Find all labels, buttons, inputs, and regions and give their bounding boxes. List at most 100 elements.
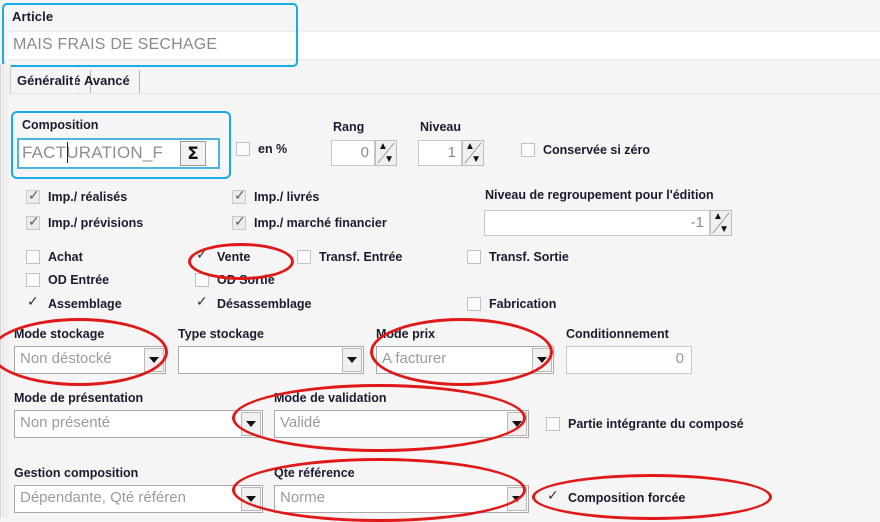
checkbox-imp-realises[interactable]: ✓ Imp./ réalisés	[26, 187, 128, 204]
checkbox-transf-sortie[interactable]: Transf. Sortie	[467, 250, 569, 264]
gestion-composition-select[interactable]: Dépendante, Qté référen	[14, 485, 263, 513]
checkbox-label: OD Sortie	[217, 273, 275, 287]
checkbox-box	[26, 273, 40, 287]
checkbox-en-pourcent[interactable]: en %	[236, 142, 287, 156]
checkbox-achat[interactable]: Achat	[26, 250, 83, 264]
checkbox-box	[297, 250, 311, 264]
qte-reference-value: Norme	[280, 489, 326, 506]
checkbox-box	[467, 250, 481, 264]
checkbox-box	[521, 143, 535, 157]
chevron-down-icon[interactable]	[532, 348, 552, 372]
mode-validation-select[interactable]: Validé	[274, 410, 529, 438]
mode-prix-value: A facturer	[382, 350, 447, 367]
tab-avance[interactable]: Avancé	[74, 70, 140, 94]
article-section: Article MAIS FRAIS DE SECHAGE	[0, 0, 880, 66]
chevron-down-icon[interactable]	[507, 487, 527, 511]
checkbox-od-entree[interactable]: OD Entrée	[26, 273, 109, 287]
checkbox-imp-livres[interactable]: ✓ Imp./ livrés	[232, 187, 320, 204]
checkbox-imp-previsions[interactable]: ✓ Imp./ prévisions	[26, 214, 144, 230]
rang-label: Rang	[333, 120, 365, 134]
sigma-button[interactable]: Σ	[180, 141, 206, 166]
spin-up-icon[interactable]: ▲	[713, 212, 723, 222]
checkbox-assemblage[interactable]: ✓ Assemblage	[26, 293, 122, 311]
checkbox-label: OD Entrée	[48, 273, 110, 287]
check-icon: ✓	[28, 187, 40, 203]
mode-stockage-select[interactable]: Non déstocké	[14, 346, 166, 374]
niveau-spinner[interactable]: 1 ▲ ▼	[418, 140, 484, 166]
mode-prix-select[interactable]: A facturer	[376, 346, 554, 374]
spin-down-icon[interactable]: ▼	[384, 155, 394, 165]
article-label: Article	[12, 9, 54, 24]
composition-value: FACTURATION_F	[22, 143, 164, 162]
checkbox-conservee-si-zero[interactable]: Conservée si zéro	[521, 143, 650, 157]
check-icon: ✓	[234, 187, 246, 203]
checkbox-label: Imp./ réalisés	[48, 190, 128, 204]
checkbox-box: ✓	[26, 293, 40, 311]
checkbox-label: Transf. Entrée	[319, 250, 403, 264]
chevron-down-icon[interactable]	[342, 348, 362, 372]
checkbox-label: Partie intégrante du composé	[568, 417, 744, 431]
checkbox-label: Désassemblage	[217, 297, 312, 311]
mode-presentation-label: Mode de présentation	[14, 391, 144, 405]
checkbox-box: ✓	[195, 246, 209, 264]
checkbox-label: Fabrication	[489, 297, 557, 311]
chevron-down-icon[interactable]	[507, 412, 527, 436]
checkbox-od-sortie[interactable]: OD Sortie	[195, 273, 275, 287]
checkbox-label: Composition forcée	[568, 491, 686, 505]
checkbox-box	[195, 273, 209, 287]
checkbox-label: Imp./ livrés	[254, 190, 320, 204]
checkbox-label: Imp./ marché financier	[254, 216, 387, 230]
spin-up-icon[interactable]: ▲	[465, 142, 475, 152]
checkbox-box: ✓	[232, 214, 246, 230]
regroupement-value[interactable]: -1	[484, 210, 710, 236]
qte-reference-select[interactable]: Norme	[274, 485, 529, 513]
checkbox-box	[236, 142, 250, 156]
regroupement-label: Niveau de regroupement pour l'édition	[485, 188, 714, 202]
type-stockage-select[interactable]	[178, 346, 364, 374]
chevron-down-icon[interactable]	[241, 412, 261, 436]
checkbox-box	[467, 297, 481, 311]
conditionnement-label: Conditionnement	[566, 327, 669, 341]
tab-bar: Généralité Avancé	[8, 70, 880, 94]
checkbox-vente[interactable]: ✓ Vente	[195, 246, 250, 264]
regroupement-spin-arrows[interactable]: ▲ ▼	[710, 210, 732, 236]
checkbox-label: Transf. Sortie	[489, 250, 569, 264]
type-stockage-label: Type stockage	[178, 327, 264, 341]
spin-up-icon[interactable]: ▲	[378, 142, 388, 152]
checkbox-partie-integrante[interactable]: Partie intégrante du composé	[546, 417, 744, 431]
checkbox-box: ✓	[26, 214, 40, 230]
rang-value[interactable]: 0	[331, 140, 375, 166]
composition-label: Composition	[22, 118, 99, 132]
checkbox-desassemblage[interactable]: ✓ Désassemblage	[195, 294, 312, 311]
checkbox-label: Imp./ prévisions	[48, 216, 144, 230]
checkbox-imp-marche-financier[interactable]: ✓ Imp./ marché financier	[232, 214, 387, 230]
checkbox-box: ✓	[546, 488, 560, 505]
checkbox-fabrication[interactable]: Fabrication	[467, 297, 556, 311]
check-icon: ✓	[27, 293, 39, 309]
gestion-composition-label: Gestion composition	[14, 466, 139, 480]
checkbox-transf-entree[interactable]: Transf. Entrée	[297, 250, 402, 264]
spin-down-icon[interactable]: ▼	[719, 225, 729, 235]
niveau-spin-arrows[interactable]: ▲ ▼	[462, 140, 484, 166]
checkbox-label: Conservée si zéro	[543, 143, 650, 157]
chevron-down-icon[interactable]	[241, 487, 261, 511]
rang-spin-arrows[interactable]: ▲ ▼	[375, 140, 397, 166]
text-caret	[67, 142, 68, 163]
gestion-composition-value: Dépendante, Qté référen	[20, 489, 186, 506]
checkbox-label: en %	[258, 142, 288, 156]
conditionnement-value: 0	[675, 350, 684, 367]
regroupement-spinner[interactable]: -1 ▲ ▼	[484, 210, 732, 236]
checkbox-box: ✓	[195, 294, 209, 311]
checkbox-composition-forcee[interactable]: ✓ Composition forcée	[546, 488, 686, 505]
mode-presentation-select[interactable]: Non présenté	[14, 410, 263, 438]
mode-stockage-label: Mode stockage	[14, 327, 105, 341]
niveau-value[interactable]: 1	[418, 140, 462, 166]
mode-validation-value: Validé	[280, 414, 321, 431]
rang-spinner[interactable]: 0 ▲ ▼	[331, 140, 397, 166]
mode-stockage-value: Non déstocké	[20, 350, 112, 367]
spin-down-icon[interactable]: ▼	[471, 155, 481, 165]
check-icon: ✓	[196, 246, 208, 262]
checkbox-box	[26, 250, 40, 264]
article-value[interactable]: MAIS FRAIS DE SECHAGE	[13, 36, 217, 54]
chevron-down-icon[interactable]	[144, 348, 164, 372]
